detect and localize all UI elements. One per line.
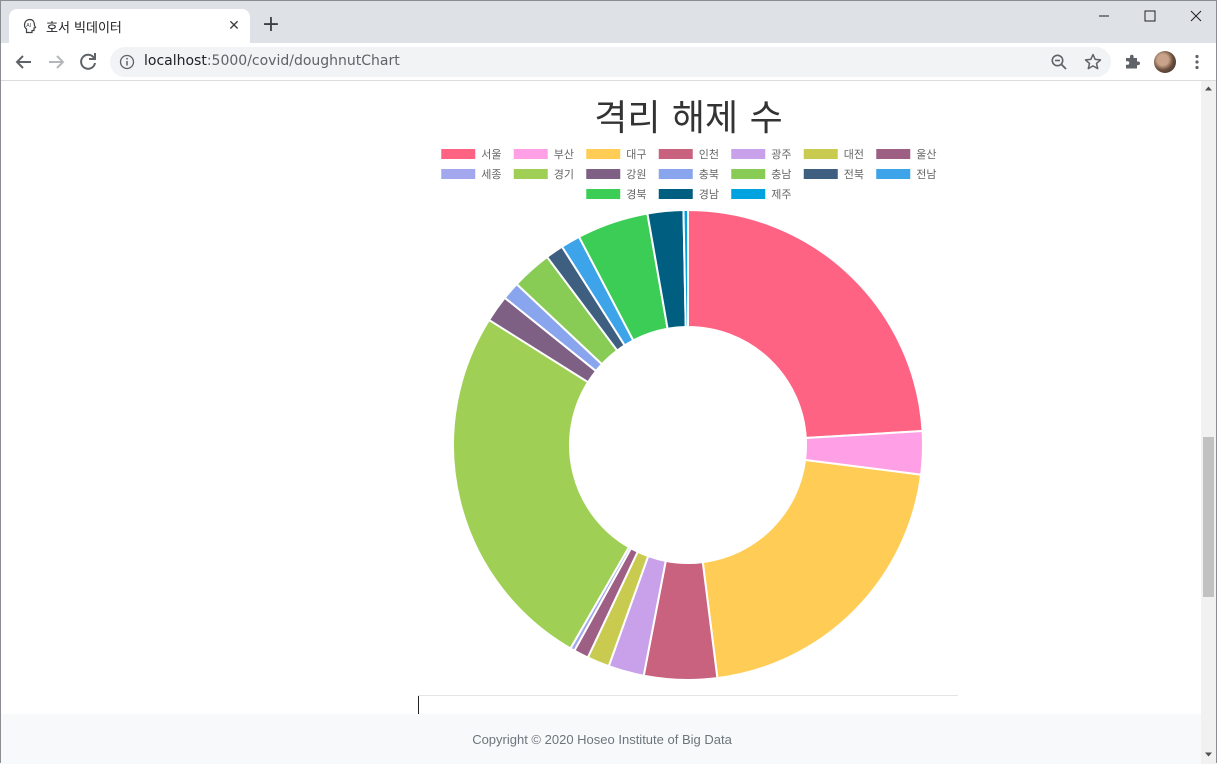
window-close-icon[interactable] — [1173, 5, 1217, 27]
legend-swatch — [586, 169, 621, 179]
legend-label: 경남 — [699, 188, 719, 201]
browser-toolbar: localhost:5000/covid/doughnutChart — [1, 43, 1216, 81]
legend-swatch — [803, 149, 838, 159]
text-cursor — [418, 696, 419, 714]
scroll-up-arrow-icon[interactable] — [1201, 81, 1216, 96]
legend-item[interactable]: 울산 — [876, 148, 937, 161]
vertical-scrollbar[interactable] — [1201, 81, 1216, 764]
footer-copyright-text: Copyright © 2020 Hoseo Institute of Big … — [472, 732, 732, 747]
legend-item[interactable]: 부산 — [513, 148, 574, 161]
scroll-down-arrow-icon[interactable] — [1201, 747, 1216, 762]
legend-swatch — [658, 169, 693, 179]
legend-label: 경기 — [554, 168, 574, 181]
url-text[interactable]: localhost:5000/covid/doughnutChart — [144, 53, 400, 69]
tab-strip: AI 호서 빅데이터 ✕ + — [1, 1, 1216, 43]
tab-close-icon[interactable]: ✕ — [225, 17, 243, 35]
legend-label: 대전 — [844, 148, 864, 161]
kebab-menu-icon[interactable] — [1187, 52, 1207, 72]
legend-item[interactable]: 광주 — [731, 148, 792, 161]
legend-label: 세종 — [481, 168, 501, 181]
legend-label: 경북 — [626, 188, 646, 201]
legend-item[interactable]: 제주 — [731, 188, 792, 201]
legend-item[interactable]: 경북 — [586, 188, 647, 201]
legend-swatch — [513, 149, 548, 159]
legend-label: 울산 — [916, 148, 936, 161]
doughnut-chart: 서울 부산 대구 인천 광주 대전 울산세종 경기 강원 충북 충남 전북 전남경북 경남 제주 — [441, 147, 937, 681]
legend-swatch — [876, 169, 911, 179]
bookmark-star-icon[interactable] — [1083, 52, 1103, 72]
legend-swatch — [441, 149, 476, 159]
reload-icon[interactable] — [76, 50, 100, 74]
legend-item[interactable]: 경기 — [513, 168, 574, 181]
legend-item[interactable]: 강원 — [586, 168, 647, 181]
legend-item[interactable]: 인천 — [658, 147, 719, 161]
legend-label: 부산 — [554, 148, 574, 161]
legend-item[interactable]: 세종 — [441, 168, 502, 181]
footer-copyright: Copyright © 2020 Hoseo Institute of Big … — [1, 732, 1201, 747]
legend-item[interactable]: 대구 — [586, 148, 647, 161]
new-tab-plus-icon[interactable]: + — [259, 14, 283, 38]
window-maximize-icon[interactable] — [1127, 5, 1173, 27]
legend-item[interactable]: 전남 — [876, 168, 937, 181]
legend-label: 인천 — [699, 147, 719, 161]
legend-item[interactable]: 충남 — [731, 168, 792, 181]
legend-label: 충남 — [771, 168, 791, 181]
legend-label: 전남 — [916, 168, 936, 181]
forward-arrow-icon[interactable] — [44, 50, 68, 74]
legend-label: 충북 — [699, 168, 719, 181]
legend-swatch — [731, 169, 766, 179]
legend-swatch — [658, 149, 693, 159]
legend-swatch — [441, 169, 476, 179]
legend-swatch — [513, 169, 548, 179]
legend-swatch — [586, 189, 621, 199]
tab-title: 호서 빅데이터 — [46, 21, 122, 36]
legend-swatch — [586, 149, 621, 159]
legend-item[interactable]: 충북 — [658, 168, 719, 181]
page-content: 격리 해제 수 서울 부산 대구 인천 광주 대전 울산 세종 경기 강원 충북 충남 전북 전남 경북 경남… — [1, 81, 1201, 764]
browser-window: AI 호서 빅데이터 ✕ + localhost:5000/covid/doug… — [0, 0, 1217, 764]
scrollbar-thumb[interactable] — [1203, 437, 1214, 597]
back-arrow-icon[interactable] — [12, 50, 36, 74]
chart-slices — [452, 208, 924, 681]
svg-text:AI: AI — [26, 23, 31, 29]
extensions-puzzle-icon[interactable] — [1122, 52, 1142, 72]
url-path: :5000/covid/doughnutChart — [206, 53, 400, 69]
legend-item[interactable]: 경남 — [658, 188, 719, 201]
legend-item[interactable]: 서울 — [441, 148, 502, 161]
legend-label: 서울 — [481, 148, 501, 161]
profile-avatar[interactable] — [1154, 51, 1176, 73]
doughnut-slice[interactable] — [701, 458, 923, 680]
chart-legend: 서울 부산 대구 인천 광주 대전 울산세종 경기 강원 충북 충남 전북 전남경북 경남 제주 — [441, 147, 937, 201]
legend-swatch — [803, 169, 838, 179]
doughnut-slice[interactable] — [687, 208, 924, 440]
legend-swatch — [658, 189, 693, 199]
legend-label: 제주 — [771, 188, 791, 201]
window-minimize-icon[interactable] — [1081, 5, 1127, 27]
zoom-out-icon[interactable] — [1050, 53, 1068, 71]
address-bar[interactable]: localhost:5000/covid/doughnutChart — [110, 47, 1111, 77]
legend-swatch — [731, 189, 766, 199]
legend-swatch — [731, 149, 766, 159]
legend-item[interactable]: 전북 — [803, 168, 864, 181]
legend-item[interactable]: 대전 — [803, 148, 864, 161]
legend-label: 대구 — [626, 148, 646, 161]
page-footer: Copyright © 2020 Hoseo Institute of Big … — [1, 714, 1201, 764]
url-host: localhost — [144, 53, 207, 69]
legend-label: 광주 — [771, 148, 791, 161]
site-info-icon[interactable] — [119, 54, 135, 70]
ai-head-favicon-icon: AI — [23, 18, 37, 34]
content-divider — [418, 695, 958, 696]
legend-label: 전북 — [844, 168, 864, 181]
legend-swatch — [876, 149, 911, 159]
legend-label: 강원 — [626, 168, 646, 181]
active-tab[interactable]: AI 호서 빅데이터 ✕ — [9, 9, 250, 43]
